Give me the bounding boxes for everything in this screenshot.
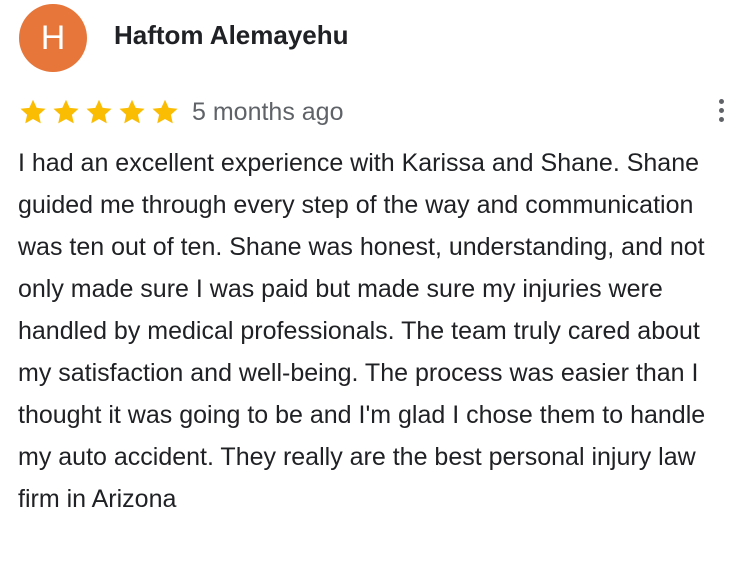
review-text: I had an excellent experience with Karis… bbox=[18, 149, 706, 513]
more-vert-icon-dot bbox=[718, 107, 724, 113]
more-vert-icon bbox=[718, 98, 724, 104]
star-icon bbox=[152, 99, 178, 124]
reviewer-name[interactable]: Haftom Alemayehu bbox=[114, 20, 349, 51]
star-icon bbox=[20, 99, 46, 124]
avatar-initial: H bbox=[40, 19, 66, 57]
rating-row: 5 months ago bbox=[18, 96, 344, 128]
more-vert-icon-dot bbox=[718, 116, 724, 122]
star-icon bbox=[86, 99, 112, 124]
reviewer-avatar[interactable]: H bbox=[19, 4, 87, 72]
star-icon bbox=[119, 99, 145, 124]
more-options-button[interactable] bbox=[706, 94, 736, 126]
star-icon bbox=[53, 99, 79, 124]
star-rating bbox=[18, 97, 180, 127]
review-date: 5 months ago bbox=[192, 97, 344, 126]
